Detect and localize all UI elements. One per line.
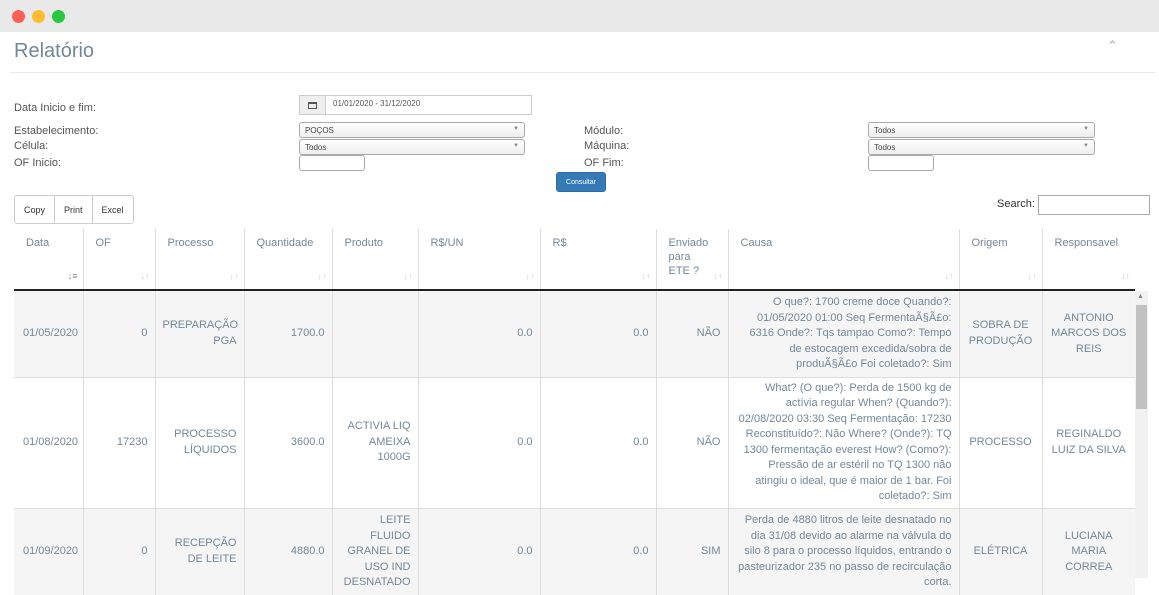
maquina-label: Máquina: <box>584 140 630 152</box>
cell-rs-un: 0.0 <box>417 376 540 508</box>
column-header-enviado-ete[interactable]: Enviado para ETE ? ↓↑ <box>655 229 728 291</box>
modulo-label: Módulo: <box>584 125 624 137</box>
cell-rs: 0.0 <box>539 289 656 377</box>
cell-of: 0 <box>82 289 155 377</box>
date-range-field[interactable]: 01/01/2020 - 31/12/2020 <box>299 95 532 115</box>
cell-produto: LEITE FLUIDO GRANEL DE USO IND DESNATADO <box>331 507 418 595</box>
column-header-causa[interactable]: Causa ↓↑ <box>727 229 959 291</box>
celula-value: Todos <box>305 143 327 152</box>
maquina-value: Todos <box>874 143 896 152</box>
sort-icon: ↓↑ <box>140 271 150 281</box>
cell-causa: Perda de 4880 litros de leite desnatado … <box>727 507 959 595</box>
sort-icon: ↓↑ <box>641 271 651 281</box>
cell-processo: PROCESSO LÍQUIDOS <box>154 376 244 508</box>
calendar-icon[interactable] <box>300 96 326 114</box>
close-window-button[interactable] <box>12 10 25 23</box>
cell-rs: 0.0 <box>539 376 656 508</box>
date-range-label: Data Inicio e fim: <box>14 102 96 114</box>
cell-origem: SOBRA DE PRODUÇÃO <box>958 289 1042 377</box>
search-label: Search: <box>997 198 1035 210</box>
table-row[interactable]: 01/05/2020 0 PREPARAÇÃO PGA 1700.0 0.0 0… <box>14 289 1135 377</box>
estabelecimento-select[interactable]: POÇOS ▼ <box>299 122 525 138</box>
cell-rs-un: 0.0 <box>417 289 540 377</box>
estabelecimento-label: Estabelecimento: <box>14 125 99 137</box>
estabelecimento-value: POÇOS <box>305 126 334 135</box>
export-buttons: Copy Print Excel <box>14 195 134 224</box>
cell-enviado-ete: SIM <box>655 507 728 595</box>
column-header-produto[interactable]: Produto ↓↑ <box>331 229 418 291</box>
table-row[interactable]: 01/08/2020 17230 PROCESSO LÍQUIDOS 3600.… <box>14 376 1135 508</box>
cell-enviado-ete: NÃO <box>655 289 728 377</box>
print-button[interactable]: Print <box>55 196 93 223</box>
sort-icon: ↓↑ <box>229 271 239 281</box>
chevron-down-icon: ▼ <box>513 143 519 149</box>
cell-processo: PREPARAÇÃO PGA <box>154 289 244 377</box>
of-fim-label: OF Fim: <box>584 157 624 169</box>
of-fim-input[interactable] <box>868 155 934 171</box>
column-header-rs[interactable]: R$ ↓↑ <box>539 229 656 291</box>
chevron-down-icon: ▼ <box>1083 143 1089 149</box>
column-header-data[interactable]: Data ↓≡ <box>14 229 83 291</box>
column-header-responsavel[interactable]: Responsavel ↓↑ <box>1041 229 1135 291</box>
cell-origem: PROCESSO <box>958 376 1042 508</box>
consultar-button[interactable]: Consultar <box>556 172 606 192</box>
excel-button[interactable]: Excel <box>93 196 133 223</box>
date-range-value: 01/01/2020 - 31/12/2020 <box>333 99 421 108</box>
sort-icon: ↓↑ <box>317 271 327 281</box>
cell-quantidade: 3600.0 <box>243 376 332 508</box>
table-row[interactable]: 01/09/2020 0 RECEPÇÃO DE LEITE 4880.0 LE… <box>14 507 1135 595</box>
cell-rs-un: 0.0 <box>417 507 540 595</box>
cell-produto: ACTIVIA LIQ AMEIXA 1000G <box>331 376 418 508</box>
cell-quantidade: 4880.0 <box>243 507 332 595</box>
cell-data: 01/08/2020 <box>14 376 83 508</box>
celula-label: Célula: <box>14 140 49 152</box>
modulo-value: Todos <box>874 126 896 135</box>
column-header-processo[interactable]: Processo ↓↑ <box>154 229 244 291</box>
chevron-down-icon: ▼ <box>1083 126 1089 132</box>
cell-of: 17230 <box>82 376 155 508</box>
search-input[interactable] <box>1038 195 1150 215</box>
cell-rs: 0.0 <box>539 507 656 595</box>
cell-causa: What? (O que?): Perda de 1500 kg de actí… <box>727 376 959 508</box>
cell-causa: O que?: 1700 creme doce Quando?: 01/05/2… <box>727 289 959 377</box>
column-header-origem[interactable]: Origem ↓↑ <box>958 229 1042 291</box>
sort-icon: ↓↑ <box>1027 271 1037 281</box>
scroll-up-arrow-icon[interactable]: ▲ <box>1137 293 1144 300</box>
maximize-window-button[interactable] <box>52 10 65 23</box>
minimize-window-button[interactable] <box>32 10 45 23</box>
cell-processo: RECEPÇÃO DE LEITE <box>154 507 244 595</box>
sort-icon: ↓≡ <box>67 271 78 281</box>
cell-produto <box>331 289 418 377</box>
window-titlebar <box>0 0 1159 32</box>
column-header-of[interactable]: OF ↓↑ <box>82 229 155 291</box>
sort-icon: ↓↑ <box>944 271 954 281</box>
celula-select[interactable]: Todos ▼ <box>299 139 525 155</box>
sort-icon: ↓↑ <box>713 271 723 281</box>
maquina-select[interactable]: Todos ▼ <box>868 139 1095 155</box>
cell-data: 01/09/2020 <box>14 507 83 595</box>
modulo-select[interactable]: Todos ▼ <box>868 122 1095 138</box>
cell-of: 0 <box>82 507 155 595</box>
cell-responsavel: LUCIANA MARIA CORREA <box>1041 507 1135 595</box>
cell-data: 01/05/2020 <box>14 289 83 377</box>
title-divider <box>10 72 1155 73</box>
sort-icon: ↓↑ <box>403 271 413 281</box>
cell-origem: ELÉTRICA <box>958 507 1042 595</box>
cell-quantidade: 1700.0 <box>243 289 332 377</box>
cell-responsavel: ANTONIO MARCOS DOS REIS <box>1041 289 1135 377</box>
chevron-down-icon: ▼ <box>513 126 519 132</box>
column-header-quantidade[interactable]: Quantidade ↓↑ <box>243 229 332 291</box>
column-header-rs-un[interactable]: R$/UN ↓↑ <box>417 229 540 291</box>
of-inicio-label: OF Inicio: <box>14 157 62 169</box>
of-inicio-input[interactable] <box>299 155 365 171</box>
scrollbar-thumb[interactable] <box>1136 305 1147 409</box>
sort-icon: ↓↑ <box>525 271 535 281</box>
page-title: Relatório <box>14 40 95 62</box>
copy-button[interactable]: Copy <box>15 196 56 223</box>
cell-responsavel: REGINALDO LUIZ DA SILVA <box>1041 376 1135 508</box>
report-table: Data ↓≡ OF ↓↑ Processo ↓↑ Quantidade ↓↑ Prod… <box>14 229 1135 595</box>
cell-enviado-ete: NÃO <box>655 376 728 508</box>
chevron-up-icon[interactable]: ⌃ <box>1107 38 1118 54</box>
sort-icon: ↓↑ <box>1121 271 1130 281</box>
